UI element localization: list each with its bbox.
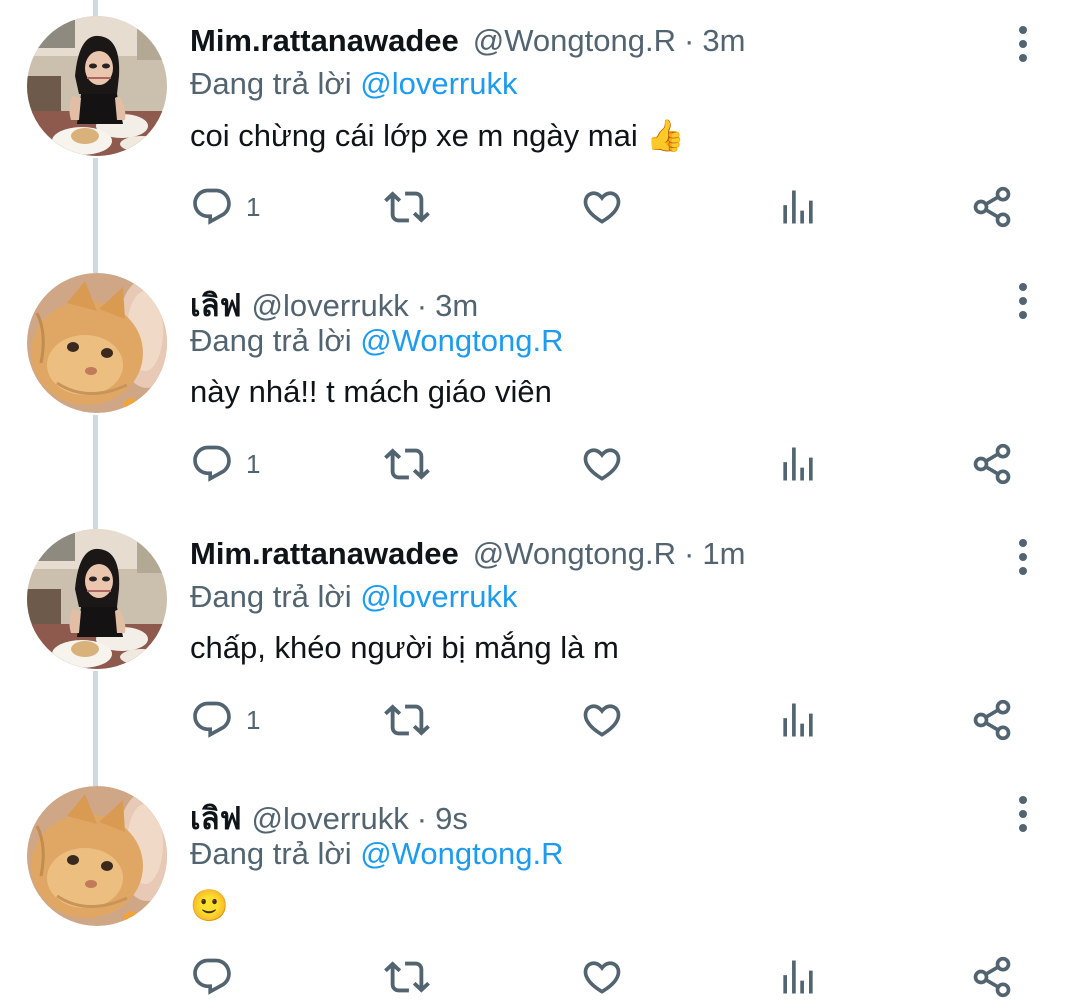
- avatar[interactable]: [27, 529, 167, 669]
- share-icon: [970, 185, 1014, 229]
- separator: ·: [416, 801, 428, 836]
- views-icon: [776, 185, 820, 229]
- more-icon[interactable]: [1008, 537, 1038, 577]
- like-button[interactable]: [580, 441, 624, 487]
- tweet[interactable]: เลิฟ @loverrukk · 3m Đang trả lời @Wongt…: [0, 257, 1080, 514]
- more-icon[interactable]: [1008, 794, 1038, 834]
- tweet-text: 🙂: [190, 888, 229, 923]
- tweet[interactable]: Mim.rattanawadee @Wongtong.R · 1m Đang t…: [0, 513, 1080, 770]
- timestamp[interactable]: 3m: [435, 288, 478, 324]
- tweet-header: Mim.rattanawadee @Wongtong.R · 1m: [190, 536, 745, 580]
- retweet-icon: [384, 697, 430, 743]
- retweet-button[interactable]: [384, 441, 430, 487]
- tweet-actions: 1: [0, 184, 1080, 230]
- retweet-button[interactable]: [384, 184, 430, 230]
- user-handle[interactable]: @Wongtong.R: [473, 23, 676, 59]
- reply-button[interactable]: [190, 954, 246, 1000]
- views-button[interactable]: [776, 184, 820, 230]
- reply-button[interactable]: 1: [190, 184, 260, 230]
- avatar[interactable]: [27, 273, 167, 413]
- tweet[interactable]: เลิฟ @loverrukk · 9s Đang trả lời @Wongt…: [0, 770, 1080, 1008]
- tweet-text: này nhá!! t mách giáo viên: [190, 374, 552, 409]
- separator: ·: [684, 23, 695, 58]
- views-button[interactable]: [776, 697, 820, 743]
- reply-icon: [190, 955, 234, 999]
- reply-count: 1: [246, 191, 261, 222]
- retweet-icon: [384, 441, 430, 487]
- avatar[interactable]: [27, 16, 167, 156]
- replying-to-label: Đang trả lời: [190, 579, 352, 614]
- replying-to: Đang trả lời @loverrukk: [190, 66, 517, 102]
- share-button[interactable]: [970, 441, 1014, 487]
- like-icon: [580, 698, 624, 742]
- tweet-actions: [0, 954, 1080, 1000]
- share-button[interactable]: [970, 697, 1014, 743]
- reply-button[interactable]: 1: [190, 441, 260, 487]
- thread-line: [93, 0, 98, 16]
- tweet-text: chấp, khéo người bị mắng là m: [190, 630, 619, 665]
- display-name[interactable]: Mim.rattanawadee: [190, 23, 459, 59]
- replying-to-label: Đang trả lời: [190, 323, 352, 358]
- views-icon: [776, 955, 820, 999]
- reply-icon: [190, 185, 234, 229]
- like-icon: [580, 955, 624, 999]
- timestamp[interactable]: 3m: [702, 23, 745, 59]
- views-button[interactable]: [776, 441, 820, 487]
- share-button[interactable]: [970, 184, 1014, 230]
- share-button[interactable]: [970, 954, 1014, 1000]
- thread-line: [93, 513, 98, 529]
- views-icon: [776, 442, 820, 486]
- share-icon: [970, 955, 1014, 999]
- reply-icon: [190, 442, 234, 486]
- tweet-actions: 1: [0, 441, 1080, 487]
- separator: ·: [416, 288, 428, 323]
- reply-mention-link[interactable]: @loverrukk: [360, 579, 517, 614]
- display-name[interactable]: Mim.rattanawadee: [190, 536, 459, 572]
- share-icon: [970, 442, 1014, 486]
- retweet-icon: [384, 954, 430, 1000]
- views-icon: [776, 698, 820, 742]
- replying-to: Đang trả lời @Wongtong.R: [190, 323, 563, 359]
- views-button[interactable]: [776, 954, 820, 1000]
- tweet-header: Mim.rattanawadee @Wongtong.R · 3m: [190, 23, 745, 67]
- reply-count: 1: [246, 448, 261, 479]
- thread-line: [93, 770, 98, 786]
- retweet-button[interactable]: [384, 954, 430, 1000]
- reply-icon: [190, 698, 234, 742]
- more-icon[interactable]: [1008, 281, 1038, 321]
- reply-mention-link[interactable]: @Wongtong.R: [360, 836, 563, 871]
- like-button[interactable]: [580, 697, 624, 743]
- like-button[interactable]: [580, 184, 624, 230]
- timestamp[interactable]: 9s: [435, 801, 468, 837]
- replying-to: Đang trả lời @Wongtong.R: [190, 836, 563, 872]
- user-handle[interactable]: @loverrukk: [252, 288, 409, 324]
- replying-to-label: Đang trả lời: [190, 836, 352, 871]
- tweet-text: coi chừng cái lớp xe m ngày mai 👍: [190, 118, 685, 153]
- tweet-actions: 1: [0, 697, 1080, 743]
- like-icon: [580, 185, 624, 229]
- user-handle[interactable]: @Wongtong.R: [473, 536, 676, 572]
- separator: ·: [684, 536, 695, 571]
- reply-count: 1: [246, 704, 261, 735]
- like-icon: [580, 442, 624, 486]
- more-icon[interactable]: [1008, 24, 1038, 64]
- retweet-icon: [384, 184, 430, 230]
- reply-mention-link[interactable]: @loverrukk: [360, 66, 517, 101]
- tweet-header: เลิฟ @loverrukk · 3m: [190, 280, 478, 324]
- avatar[interactable]: [27, 786, 167, 926]
- reply-mention-link[interactable]: @Wongtong.R: [360, 323, 563, 358]
- share-icon: [970, 698, 1014, 742]
- replying-to: Đang trả lời @loverrukk: [190, 579, 517, 615]
- tweet[interactable]: Mim.rattanawadee @Wongtong.R · 3m Đang t…: [0, 0, 1080, 257]
- reply-button[interactable]: 1: [190, 697, 260, 743]
- user-handle[interactable]: @loverrukk: [252, 801, 409, 837]
- thread-line: [93, 257, 98, 273]
- replying-to-label: Đang trả lời: [190, 66, 352, 101]
- retweet-button[interactable]: [384, 697, 430, 743]
- timestamp[interactable]: 1m: [702, 536, 745, 572]
- like-button[interactable]: [580, 954, 624, 1000]
- tweet-header: เลิฟ @loverrukk · 9s: [190, 793, 468, 837]
